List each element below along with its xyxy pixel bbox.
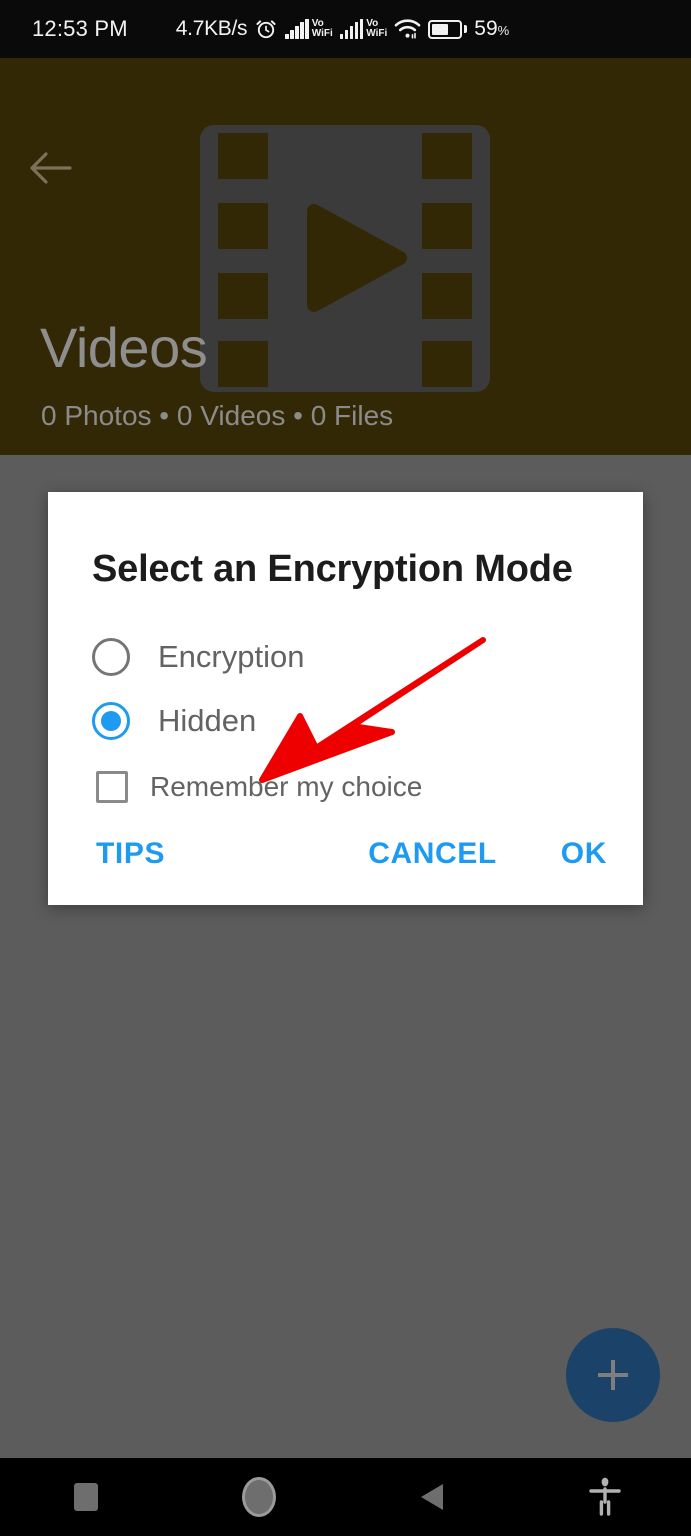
status-bar: 12:53 PM 4.7KB/s Vo WiFi Vo WiFi 59% [0, 0, 691, 58]
dialog-title: Select an Encryption Mode [92, 548, 573, 590]
circle-home-icon [242, 1477, 277, 1517]
radio-hidden-indicator [92, 702, 130, 741]
phone-screen: 12:53 PM 4.7KB/s Vo WiFi Vo WiFi 59% Vid… [0, 0, 691, 1536]
encryption-mode-dialog: Select an Encryption Mode Encryption Hid… [48, 492, 643, 906]
add-fab-button[interactable] [566, 1328, 660, 1422]
sim2-signal-group: Vo WiFi [339, 19, 387, 39]
radio-encryption-indicator [92, 638, 130, 677]
battery-indicator: 59% [428, 17, 509, 41]
radio-option-encryption[interactable]: Encryption [48, 625, 643, 689]
tips-button[interactable]: TIPS [96, 837, 165, 871]
album-header-banner: Videos 0 Photos • 0 Videos • 0 Files [0, 58, 691, 455]
status-icons: 4.7KB/s Vo WiFi Vo WiFi 59% [176, 17, 509, 41]
battery-percent-symbol: % [497, 23, 510, 38]
film-strip-play-icon [200, 125, 490, 392]
sim2-volte-label: Vo WiFi [366, 19, 387, 39]
system-navigation-bar [0, 1458, 691, 1536]
album-title: Videos [40, 316, 208, 379]
ok-button[interactable]: OK [561, 837, 607, 871]
battery-cap [464, 25, 468, 33]
cancel-button[interactable]: CANCEL [368, 837, 497, 871]
nav-accessibility-button[interactable] [518, 1458, 691, 1536]
square-recents-icon [74, 1483, 99, 1511]
sim1-signal-group: Vo WiFi [285, 19, 333, 39]
accessibility-person-icon [588, 1477, 621, 1516]
plus-icon [598, 1360, 628, 1390]
battery-icon [428, 19, 463, 39]
nav-back-button[interactable] [346, 1458, 519, 1536]
dialog-action-bar: TIPS CANCEL OK [48, 803, 643, 905]
sim1-volte-bottom: WiFi [311, 28, 333, 39]
alarm-clock-icon [256, 20, 276, 39]
battery-percent-text: 59% [474, 17, 509, 41]
sim1-signal-bars-icon [285, 19, 309, 39]
status-clock: 12:53 PM [32, 16, 128, 41]
nav-recents-button[interactable] [0, 1458, 173, 1536]
radio-hidden-label: Hidden [158, 703, 257, 739]
remember-choice-label: Remember my choice [150, 771, 423, 803]
nav-home-button[interactable] [173, 1458, 346, 1536]
wifi-icon [394, 19, 421, 39]
remember-choice-checkbox-row[interactable]: Remember my choice [48, 753, 643, 804]
encryption-mode-radio-group: Encryption Hidden [48, 625, 643, 753]
back-arrow-icon [30, 152, 72, 184]
battery-percent-value: 59 [474, 17, 498, 40]
sim2-volte-bottom: WiFi [366, 28, 388, 39]
remember-choice-checkbox[interactable] [96, 771, 128, 804]
sim2-signal-bars-icon [339, 19, 364, 39]
triangle-back-icon [420, 1484, 443, 1510]
radio-option-hidden[interactable]: Hidden [48, 689, 643, 753]
album-meta-counts: 0 Photos • 0 Videos • 0 Files [41, 400, 394, 431]
battery-fill [432, 23, 448, 35]
sim1-volte-label: Vo WiFi [312, 19, 333, 39]
radio-hidden-dot [101, 711, 121, 732]
back-button[interactable] [22, 140, 78, 196]
radio-encryption-label: Encryption [158, 639, 305, 675]
network-speed-text: 4.7KB/s [175, 17, 248, 40]
